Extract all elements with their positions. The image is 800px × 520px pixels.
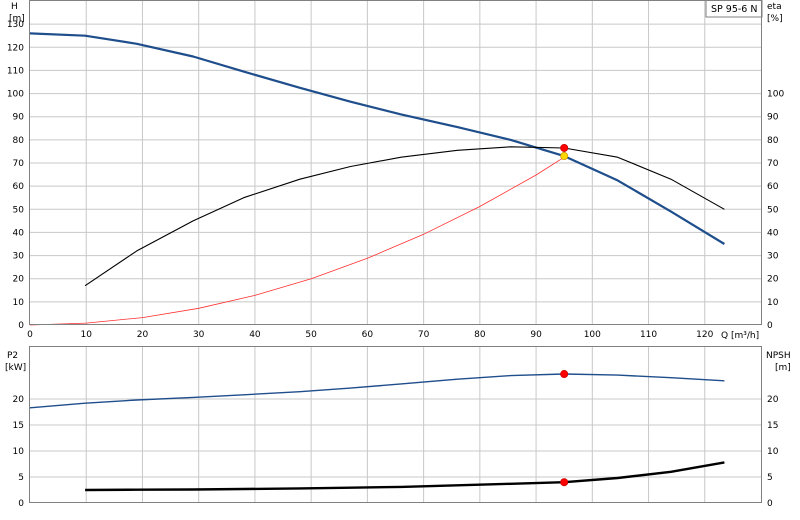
bottom-left-axis-title-1: P2 [7,351,18,361]
top-right-tick-label: 100 [767,90,784,100]
bottom-tick-labels: 0 5 10 15 20 0 5 10 15 20 [13,395,779,509]
bottom-right-tick-label: 0 [767,499,773,509]
top-left-axis-title-1: H [11,2,18,12]
bottom-right-tick-label: 10 [767,447,779,457]
top-right-tick-label: 60 [767,182,779,192]
top-series-layer [29,32,725,326]
power-p2-curve [29,373,725,409]
bottom-left-tick-label: 10 [13,447,25,457]
bottom-right-axis-title-2: [m] [775,363,791,373]
top-right-tick-label: 80 [767,136,779,146]
top-right-axis-title-2: [%] [767,14,783,24]
x-tick-label: 20 [137,330,149,340]
top-left-tick-label: 50 [13,205,25,215]
x-tick-label: 100 [584,330,601,340]
top-right-tick-label: 20 [767,275,779,285]
x-tick-label: 70 [418,330,430,340]
duty-point-npsh-marker [560,478,569,487]
bottom-right-tick-label: 15 [767,421,778,431]
head-curve [29,32,725,245]
bottom-left-axis-title-2: [kW] [5,363,26,373]
top-right-tick-label: 90 [767,113,779,123]
bottom-left-tick-label: 20 [13,395,25,405]
top-left-tick-label: 130 [7,20,24,30]
bottom-grid [30,347,761,503]
x-tick-label: 50 [305,330,317,340]
top-left-tick-label: 120 [7,43,24,53]
top-left-tick-label: 20 [13,275,25,285]
x-axis-title: Q [m³/h] [721,331,759,341]
bottom-series-layer [29,370,725,492]
x-tick-label: 90 [530,330,542,340]
x-tick-label: 80 [474,330,486,340]
top-right-tick-label: 50 [767,205,779,215]
top-left-tick-label: 40 [13,228,25,238]
top-left-tick-label: 30 [13,252,25,262]
top-left-tick-label: 70 [13,159,25,169]
x-tick-label: 30 [193,330,205,340]
x-tick-label: 60 [362,330,374,340]
top-right-tick-label: 40 [767,228,779,238]
model-label-text: SP 95-6 N [711,4,757,15]
bottom-right-tick-label: 20 [767,395,779,405]
x-tick-label: 0 [27,330,33,340]
top-left-tick-label: 110 [7,66,24,76]
top-grid [30,1,761,325]
duty-point-efficiency-marker [560,143,569,152]
pump-curve-svg: SP 95-6 N H [m] eta [%] Q [m³/h] P2 [kW]… [5,0,791,509]
bottom-right-tick-label: 5 [767,473,773,483]
x-tick-label: 120 [696,330,713,340]
top-left-tick-label: 0 [18,321,24,331]
top-left-tick-label: 100 [7,90,24,100]
duty-point-head-marker [560,152,569,161]
top-tick-labels: 0 10 20 30 40 50 60 70 80 90 100 110 120010203040506… [7,20,785,340]
pump-curve-chart: SP 95-6 N H [m] eta [%] Q [m³/h] P2 [kW]… [0,0,800,520]
npsh-curve [85,461,725,492]
top-right-axis-title-1: eta [767,2,782,12]
bottom-left-tick-label: 15 [13,421,24,431]
top-right-tick-label: 70 [767,159,779,169]
bottom-left-tick-label: 0 [18,499,24,509]
bottom-left-tick-label: 5 [18,473,24,483]
x-tick-label: 40 [249,330,261,340]
x-tick-label: 10 [81,330,93,340]
top-left-tick-label: 60 [13,182,25,192]
top-right-tick-label: 10 [767,298,779,308]
top-left-tick-label: 80 [13,136,25,146]
top-right-tick-label: 30 [767,252,779,262]
duty-point-power-marker [560,370,569,379]
top-right-tick-label: 0 [767,321,773,331]
top-left-tick-label: 90 [13,113,25,123]
system-curve-curve [29,156,565,326]
x-tick-label: 110 [640,330,657,340]
efficiency-curve [84,146,725,287]
model-label: SP 95-6 N [705,0,763,18]
bottom-right-axis-title-1: NPSH [766,351,791,361]
top-left-tick-label: 10 [13,298,25,308]
